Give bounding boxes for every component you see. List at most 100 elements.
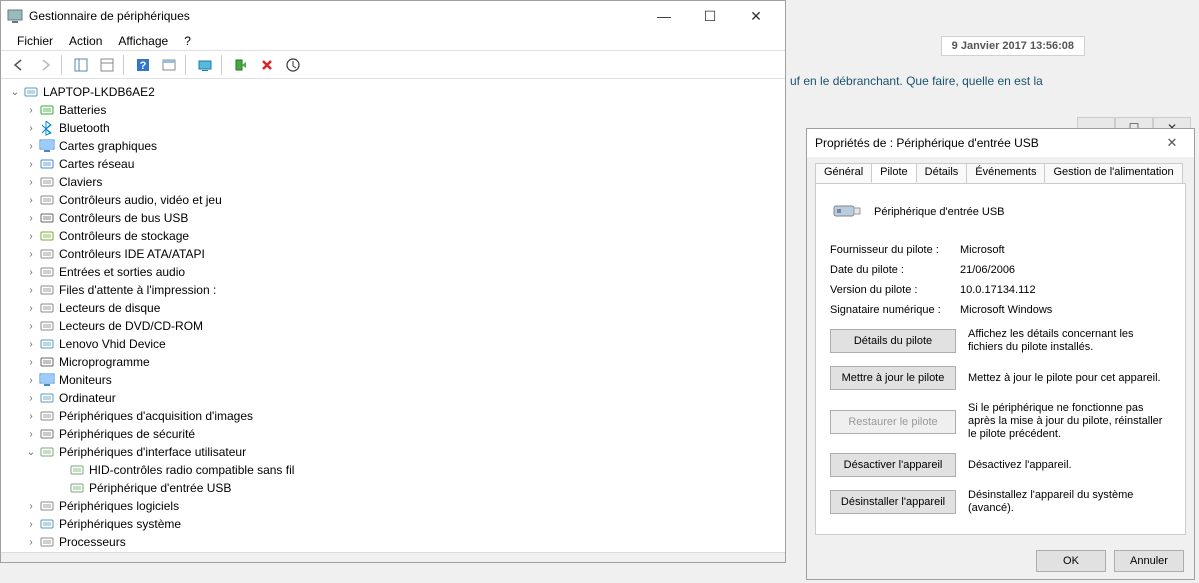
expand-icon[interactable]: › xyxy=(25,410,37,422)
node-label: Processeurs xyxy=(59,535,126,549)
tree-node[interactable]: › Bluetooth xyxy=(5,119,785,137)
prop-close-button[interactable]: ✕ xyxy=(1158,129,1186,157)
expand-icon[interactable]: › xyxy=(25,122,37,134)
tree-node[interactable]: › Lecteurs de disque xyxy=(5,299,785,317)
toolbar-icon-4[interactable] xyxy=(157,53,181,77)
usb-device-icon xyxy=(830,196,862,228)
disable-device-button[interactable] xyxy=(255,53,279,77)
show-hide-tree-button[interactable] xyxy=(69,53,93,77)
audio-icon xyxy=(39,192,55,208)
tree-node[interactable]: ›Lenovo Vhid Device xyxy=(5,335,785,353)
tree-node[interactable]: ›Contrôleurs de bus USB xyxy=(5,209,785,227)
disable-device-button[interactable]: Désactiver l'appareil xyxy=(830,453,956,477)
tree-node[interactable]: ›Lecteurs de DVD/CD-ROM xyxy=(5,317,785,335)
dm-statusbar xyxy=(1,552,785,562)
expand-icon[interactable]: › xyxy=(25,338,37,350)
expand-icon[interactable]: › xyxy=(25,212,37,224)
tree-node[interactable]: ›Files d'attente à l'impression : xyxy=(5,281,785,299)
tree-node[interactable]: ›Ordinateur xyxy=(5,389,785,407)
tree-node[interactable]: ›Claviers xyxy=(5,173,785,191)
collapse-icon[interactable]: ⌄ xyxy=(9,86,21,98)
tree-node[interactable]: ›Périphériques d'acquisition d'images xyxy=(5,407,785,425)
device-name: Périphérique d'entrée USB xyxy=(874,206,1005,218)
expand-icon[interactable]: › xyxy=(25,230,37,242)
enable-device-button[interactable] xyxy=(229,53,253,77)
maximize-button[interactable]: ☐ xyxy=(687,1,733,31)
tree-node[interactable]: ›Contrôleurs audio, vidéo et jeu xyxy=(5,191,785,209)
expand-icon[interactable]: › xyxy=(25,194,37,206)
expand-icon[interactable]: › xyxy=(25,500,37,512)
device-manager-window: Gestionnaire de périphériques — ☐ ✕ Fich… xyxy=(0,0,786,563)
expand-icon[interactable]: › xyxy=(25,536,37,548)
tree-node[interactable]: › Processeurs xyxy=(5,533,785,551)
tab-driver[interactable]: Pilote xyxy=(871,163,917,183)
tree-node[interactable]: ›Entrées et sorties audio xyxy=(5,263,785,281)
ok-button[interactable]: OK xyxy=(1036,550,1106,572)
node-label: Lecteurs de disque xyxy=(59,301,160,315)
scan-hardware-button[interactable] xyxy=(193,53,217,77)
tree-node[interactable]: › Microprogramme xyxy=(5,353,785,371)
dm-titlebar[interactable]: Gestionnaire de périphériques — ☐ ✕ xyxy=(1,1,785,31)
dvd-icon xyxy=(39,318,55,334)
tab-details[interactable]: Détails xyxy=(916,163,968,183)
expand-icon[interactable]: › xyxy=(25,158,37,170)
expand-icon[interactable]: › xyxy=(25,284,37,296)
tree-node[interactable]: › Batteries xyxy=(5,101,785,119)
expand-icon[interactable]: › xyxy=(25,248,37,260)
tab-power[interactable]: Gestion de l'alimentation xyxy=(1044,163,1182,183)
forward-button[interactable] xyxy=(33,53,57,77)
expand-icon[interactable]: › xyxy=(25,428,37,440)
tree-node[interactable]: ›Cartes réseau xyxy=(5,155,785,173)
menu-file[interactable]: Fichier xyxy=(9,32,61,50)
menu-action[interactable]: Action xyxy=(61,32,110,50)
child-label: Périphérique d'entrée USB xyxy=(89,481,231,495)
help-button[interactable]: ? xyxy=(131,53,155,77)
node-label: Batteries xyxy=(59,103,106,117)
properties-dialog: Propriétés de : Périphérique d'entrée US… xyxy=(806,128,1195,580)
expand-icon[interactable]: › xyxy=(25,356,37,368)
tree-child-node[interactable]: HID-contrôles radio compatible sans fil xyxy=(5,461,785,479)
tree-node[interactable]: ⌄Périphériques d'interface utilisateur xyxy=(5,443,785,461)
tree-node[interactable]: ›Périphériques système xyxy=(5,515,785,533)
properties-button[interactable] xyxy=(95,53,119,77)
back-button[interactable] xyxy=(7,53,31,77)
menu-view[interactable]: Affichage xyxy=(110,32,176,50)
expand-icon[interactable]: › xyxy=(25,392,37,404)
tree-node[interactable]: › Périphériques logiciels xyxy=(5,497,785,515)
prop-dialog-buttons: OK Annuler xyxy=(807,543,1194,579)
tree-node[interactable]: ›Moniteurs xyxy=(5,371,785,389)
expand-icon[interactable]: › xyxy=(25,320,37,332)
close-button[interactable]: ✕ xyxy=(733,1,779,31)
minimize-button[interactable]: — xyxy=(641,1,687,31)
expand-icon[interactable]: › xyxy=(25,176,37,188)
node-label: Microprogramme xyxy=(59,355,150,369)
cancel-button[interactable]: Annuler xyxy=(1114,550,1184,572)
prop-titlebar[interactable]: Propriétés de : Périphérique d'entrée US… xyxy=(807,129,1194,157)
expand-icon[interactable]: › xyxy=(25,140,37,152)
node-label: Périphériques logiciels xyxy=(59,499,179,513)
tree-node[interactable]: ›Contrôleurs IDE ATA/ATAPI xyxy=(5,245,785,263)
expand-icon[interactable]: › xyxy=(25,374,37,386)
expand-icon[interactable]: ⌄ xyxy=(25,446,37,458)
driver-details-button[interactable]: Détails du pilote xyxy=(830,329,956,353)
audioio-icon xyxy=(39,264,55,280)
device-tree[interactable]: ⌄LAPTOP-LKDB6AE2 › Batteries › Bluetooth ›Car… xyxy=(1,79,785,552)
node-label: Bluetooth xyxy=(59,121,110,135)
tree-root[interactable]: ⌄LAPTOP-LKDB6AE2 xyxy=(5,83,785,101)
expand-icon[interactable]: › xyxy=(25,302,37,314)
expand-icon[interactable]: › xyxy=(25,104,37,116)
tree-node[interactable]: ›Périphériques de sécurité xyxy=(5,425,785,443)
tree-node[interactable]: ›Contrôleurs de stockage xyxy=(5,227,785,245)
tree-node[interactable]: ›Cartes graphiques xyxy=(5,137,785,155)
tab-events[interactable]: Événements xyxy=(966,163,1045,183)
tree-child-node[interactable]: Périphérique d'entrée USB xyxy=(5,479,785,497)
uninstall-device-button[interactable]: Désinstaller l'appareil xyxy=(830,490,956,514)
driver-signer-label: Signataire numérique : xyxy=(830,304,960,316)
tab-general[interactable]: Général xyxy=(815,163,872,183)
expand-icon[interactable]: › xyxy=(25,518,37,530)
uninstall-device-button[interactable] xyxy=(281,53,305,77)
menu-help[interactable]: ? xyxy=(176,32,199,50)
expand-icon[interactable]: › xyxy=(25,266,37,278)
update-driver-button[interactable]: Mettre à jour le pilote xyxy=(830,366,956,390)
driver-signer-value: Microsoft Windows xyxy=(960,304,1171,316)
